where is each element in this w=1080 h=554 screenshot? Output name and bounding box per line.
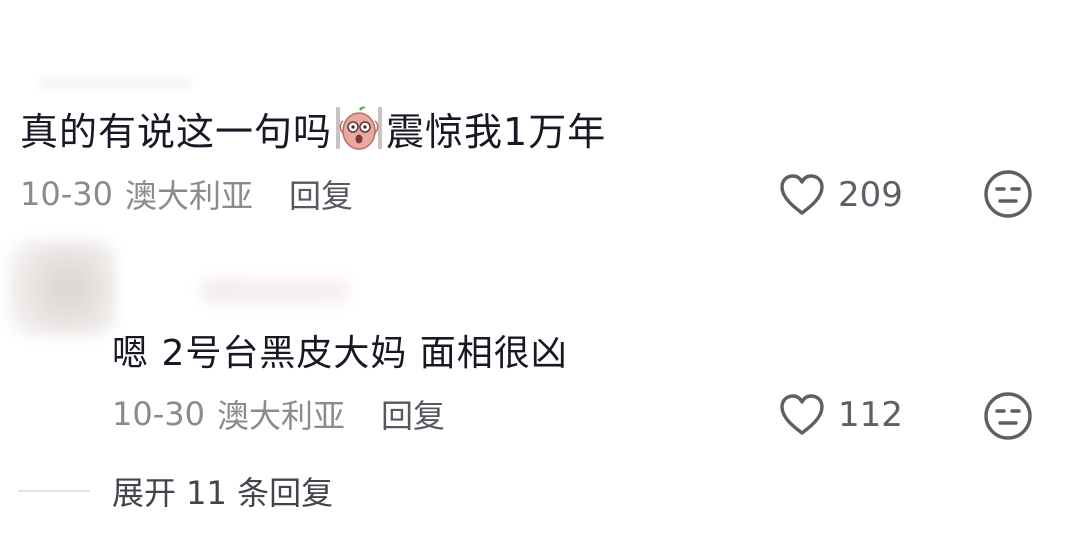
expand-divider bbox=[18, 490, 90, 492]
comment-meta: 10-30 澳大利亚 回复 bbox=[112, 390, 445, 438]
reply-button[interactable]: 回复 bbox=[381, 391, 445, 437]
comment-date: 10-30 bbox=[112, 395, 205, 433]
like-button[interactable]: 112 bbox=[778, 390, 903, 440]
like-button[interactable]: 209 bbox=[778, 170, 903, 220]
comment-location: 澳大利亚 bbox=[216, 397, 345, 435]
like-count: 209 bbox=[838, 175, 903, 215]
dislike-button[interactable] bbox=[982, 168, 1034, 224]
like-count: 112 bbox=[838, 395, 903, 435]
comment-text: 嗯 2号台黑皮大妈 面相很凶 bbox=[112, 333, 568, 374]
avatar[interactable] bbox=[8, 240, 116, 336]
comment-date: 10-30 bbox=[20, 175, 113, 213]
blurred-username-top bbox=[40, 78, 190, 88]
expand-replies-button[interactable]: 展开 11 条回复 bbox=[112, 468, 333, 514]
comment-text-part: 震惊我1万年 bbox=[386, 109, 607, 154]
shocked-sticker-icon bbox=[334, 105, 384, 151]
blurred-username bbox=[200, 278, 350, 304]
comment-text-part: 真的有说这一句吗 bbox=[20, 109, 333, 154]
comment-text: 真的有说这一句吗 震惊我1万年 bbox=[20, 100, 606, 156]
comment-location: 澳大利亚 bbox=[124, 177, 253, 215]
heart-icon bbox=[780, 174, 824, 215]
reply-button[interactable]: 回复 bbox=[289, 171, 353, 217]
neutral-face-icon bbox=[984, 392, 1032, 440]
heart-icon bbox=[780, 394, 824, 435]
comment-meta: 10-30 澳大利亚 回复 bbox=[20, 170, 353, 218]
dislike-button[interactable] bbox=[982, 390, 1034, 446]
neutral-face-icon bbox=[984, 170, 1032, 218]
